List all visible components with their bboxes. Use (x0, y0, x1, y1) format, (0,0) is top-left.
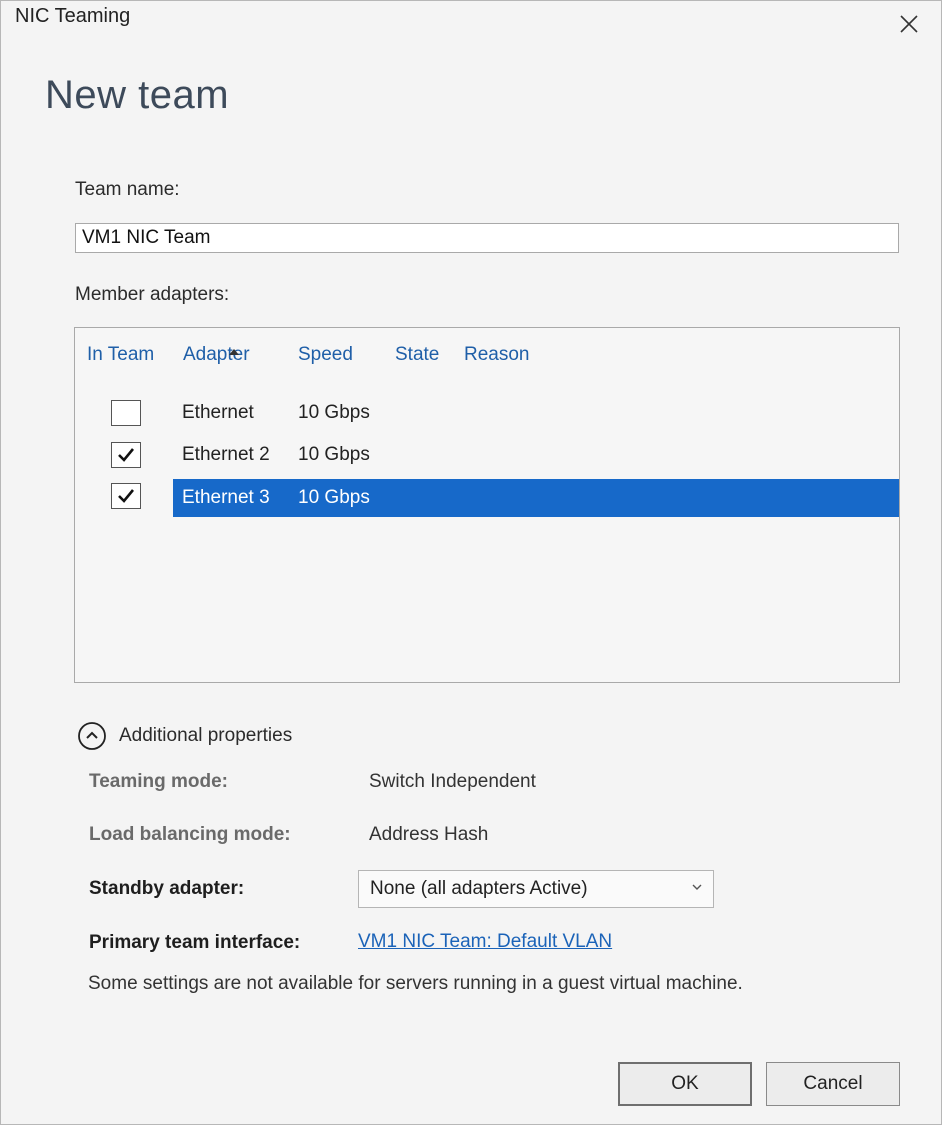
sort-ascending-icon (229, 349, 239, 355)
table-row[interactable]: Ethernet 10 Gbps (75, 394, 901, 432)
standby-adapter-select[interactable]: None (all adapters Active) (358, 870, 714, 908)
checkmark-icon (118, 448, 135, 462)
additional-properties-label[interactable]: Additional properties (119, 725, 292, 747)
additional-properties-toggle[interactable] (77, 721, 107, 751)
adapter-cell: Ethernet 2 (182, 444, 270, 465)
chevron-up-circle-icon (78, 722, 106, 750)
table-row-selected[interactable]: Ethernet 3 10 Gbps (75, 479, 901, 517)
member-adapters-list[interactable]: In Team Adapter Speed State Reason Ether… (74, 327, 900, 683)
load-balancing-mode-value: Address Hash (369, 824, 489, 845)
member-adapters-label: Member adapters: (75, 284, 230, 305)
column-header-state[interactable]: State (395, 344, 439, 366)
close-button[interactable] (889, 7, 929, 41)
in-team-checkbox[interactable] (111, 442, 141, 468)
adapter-cell: Ethernet (182, 402, 254, 423)
primary-team-interface-link[interactable]: VM1 NIC Team: Default VLAN (358, 931, 612, 953)
speed-cell: 10 Gbps (298, 487, 370, 508)
table-row[interactable]: Ethernet 2 10 Gbps (75, 436, 901, 474)
in-team-checkbox[interactable] (111, 483, 141, 509)
guest-vm-note: Some settings are not available for serv… (88, 973, 743, 994)
column-header-reason[interactable]: Reason (464, 344, 530, 366)
checkmark-icon (118, 489, 135, 503)
speed-cell: 10 Gbps (298, 402, 370, 423)
standby-adapter-selected-value: None (all adapters Active) (370, 878, 588, 899)
window-title: NIC Teaming (15, 5, 131, 27)
nic-teaming-dialog: NIC Teaming New team Team name: Member a… (0, 0, 942, 1125)
adapter-cell: Ethernet 3 (182, 487, 270, 508)
in-team-checkbox[interactable] (111, 400, 141, 426)
column-header-in-team[interactable]: In Team (87, 344, 154, 366)
team-name-label: Team name: (75, 179, 180, 200)
ok-button[interactable]: OK (618, 1062, 752, 1106)
cancel-button[interactable]: Cancel (766, 1062, 900, 1106)
standby-adapter-label: Standby adapter: (89, 878, 245, 899)
selection-highlight (173, 479, 899, 517)
column-header-adapter[interactable]: Adapter (183, 344, 250, 366)
team-name-input[interactable] (75, 223, 899, 253)
teaming-mode-value: Switch Independent (369, 771, 536, 792)
primary-team-interface-label: Primary team interface: (89, 932, 301, 953)
load-balancing-mode-label: Load balancing mode: (89, 824, 291, 845)
teaming-mode-label: Teaming mode: (89, 771, 228, 792)
column-header-adapter-label: Adapter (183, 344, 250, 365)
column-header-speed[interactable]: Speed (298, 344, 353, 366)
speed-cell: 10 Gbps (298, 444, 370, 465)
page-title: New team (45, 73, 230, 117)
chevron-down-icon (692, 884, 702, 890)
close-icon (900, 15, 918, 33)
